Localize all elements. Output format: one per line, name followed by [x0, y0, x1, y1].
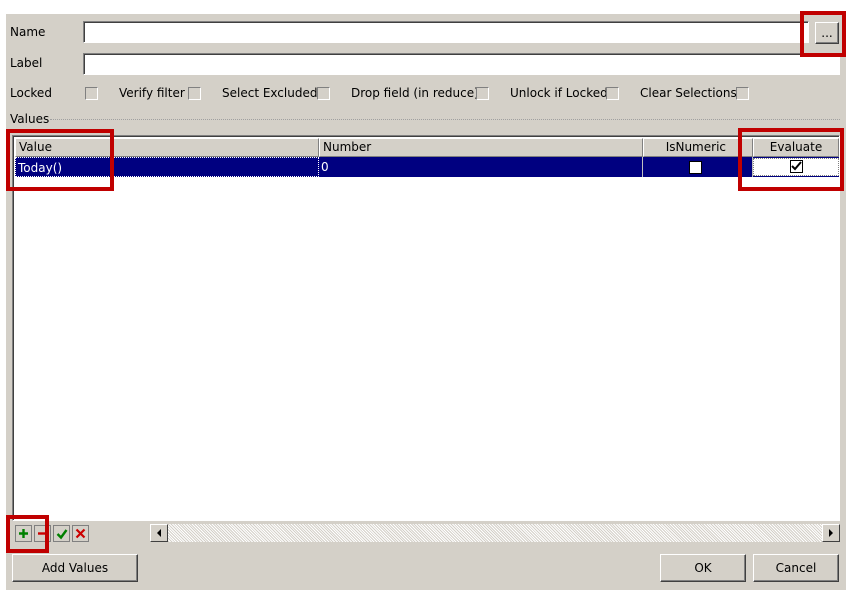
option-label-verify-filter: Verify filter	[119, 86, 185, 100]
label-label: Label	[10, 56, 43, 70]
horizontal-scrollbar[interactable]	[150, 524, 840, 542]
annotation-box-value-column	[6, 129, 114, 191]
option-label-drop-field: Drop field (in reduce)	[351, 86, 479, 100]
isnumeric-checkbox[interactable]	[689, 161, 702, 174]
scroll-left-arrow-icon[interactable]	[150, 524, 168, 542]
add-values-button[interactable]: Add Values	[12, 554, 138, 582]
dialog-window: Name ... Label Locked Verify filter Sele…	[6, 14, 846, 590]
scroll-right-arrow-icon[interactable]	[822, 524, 840, 542]
ok-button-label: OK	[694, 561, 712, 575]
cell-isnumeric[interactable]	[643, 157, 753, 177]
checkbox-drop-field[interactable]	[476, 87, 489, 100]
checkbox-locked[interactable]	[85, 87, 98, 100]
ok-button[interactable]: OK	[660, 554, 746, 582]
add-values-button-label: Add Values	[41, 561, 109, 575]
cancel-button-label: Cancel	[775, 561, 817, 575]
values-group-label: Values	[10, 112, 50, 126]
check-icon	[56, 528, 67, 539]
label-input[interactable]	[83, 53, 840, 75]
annotation-box-browse	[800, 11, 846, 57]
table-row[interactable]: Today() 0	[15, 157, 839, 177]
x-icon	[75, 528, 86, 539]
cancel-button[interactable]: Cancel	[753, 554, 839, 582]
option-label-select-excluded: Select Excluded	[222, 86, 318, 100]
option-label-unlock-if-locked: Unlock if Locked	[510, 86, 608, 100]
values-group-divider	[50, 119, 840, 120]
annotation-box-evaluate-column	[738, 128, 844, 191]
option-label-locked: Locked	[10, 86, 52, 100]
checkbox-clear-selections[interactable]	[736, 87, 749, 100]
option-label-clear-selections: Clear Selections	[640, 86, 737, 100]
column-header-number[interactable]: Number	[319, 138, 643, 157]
delete-button[interactable]	[72, 525, 89, 542]
checkbox-verify-filter[interactable]	[188, 87, 201, 100]
checkbox-select-excluded[interactable]	[317, 87, 330, 100]
column-header-isnumeric[interactable]: IsNumeric	[643, 138, 753, 157]
name-input[interactable]	[83, 21, 809, 43]
checkbox-unlock-if-locked[interactable]	[606, 87, 619, 100]
values-grid[interactable]: Value Number IsNumeric Evaluate Today() …	[12, 135, 840, 521]
cell-number[interactable]: 0	[319, 157, 643, 177]
annotation-box-add-button	[6, 515, 49, 553]
name-label: Name	[10, 25, 46, 39]
accept-button[interactable]	[53, 525, 70, 542]
